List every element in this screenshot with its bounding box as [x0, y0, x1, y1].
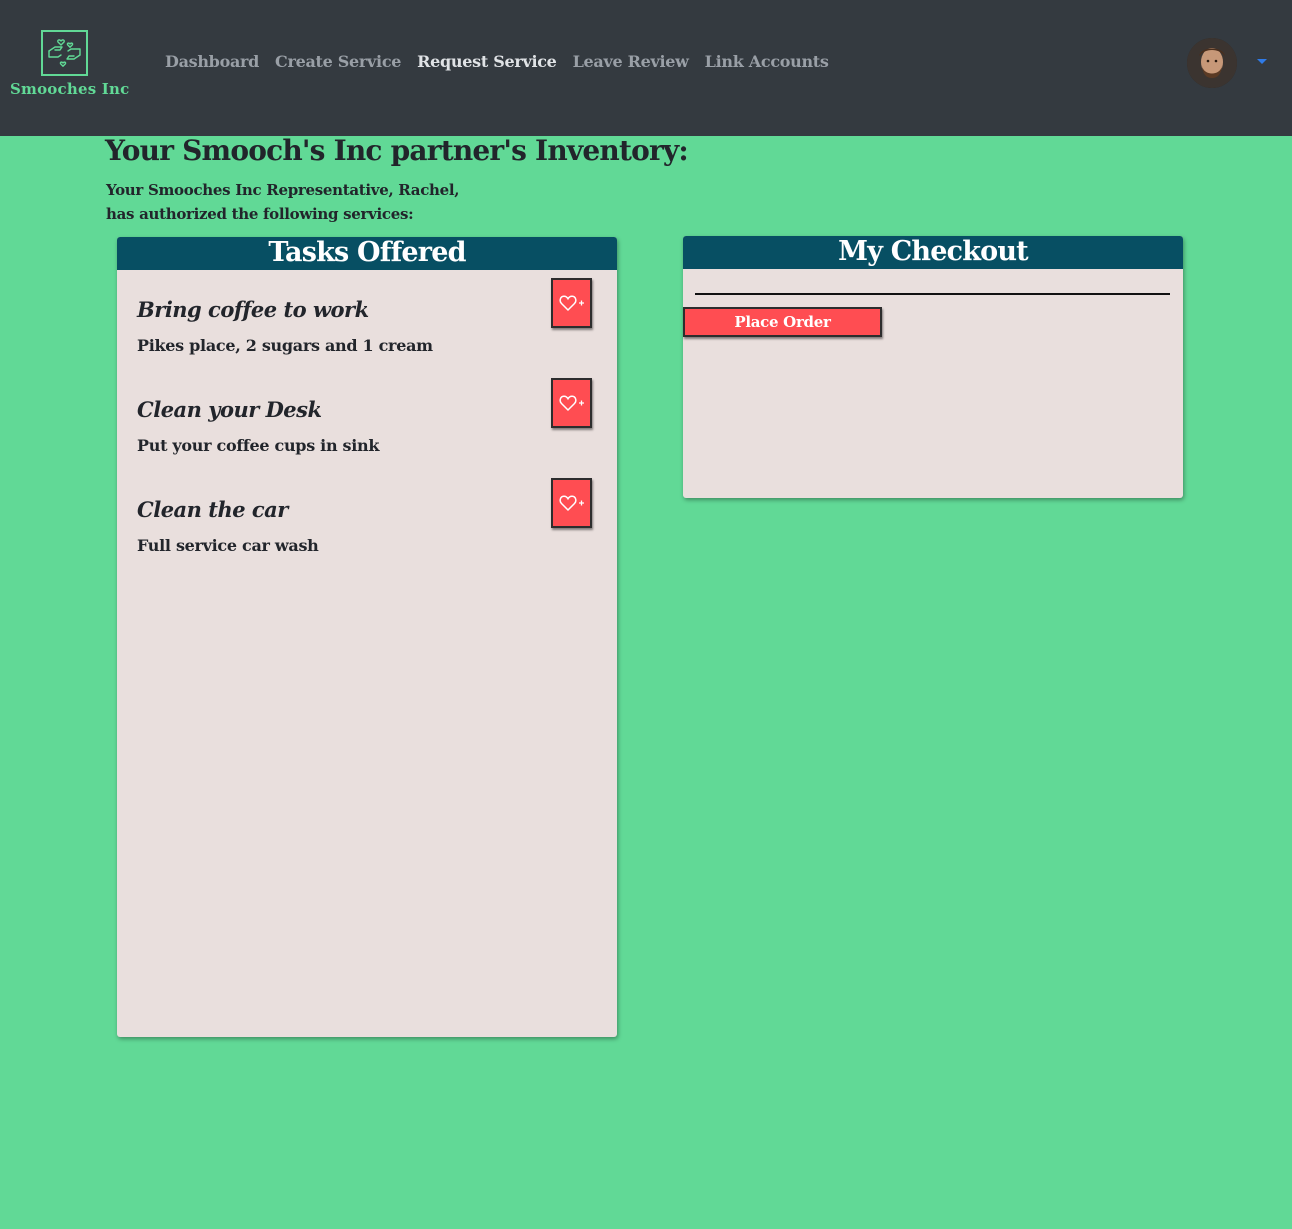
- heart-plus-icon: [558, 395, 584, 412]
- heart-plus-icon: [558, 495, 584, 512]
- checkout-panel: My Checkout Place Order: [683, 236, 1183, 498]
- add-task-button[interactable]: [551, 478, 592, 528]
- user-avatar[interactable]: [1187, 38, 1237, 88]
- page-subtitle: Your Smooches Inc Representative, Rachel…: [106, 178, 526, 226]
- brand[interactable]: Smooches Inc: [10, 28, 130, 100]
- task-title: Bring coffee to work: [137, 297, 369, 322]
- tasks-panel: Tasks Offered Bring coffee to work Pikes…: [117, 237, 617, 1037]
- add-task-button[interactable]: [551, 378, 592, 428]
- brand-name: Smooches Inc: [10, 80, 130, 98]
- task-item: Clean the car Full service car wash: [137, 478, 597, 587]
- heart-plus-icon: [558, 295, 584, 312]
- checkout-panel-header: My Checkout: [683, 236, 1183, 269]
- checkout-divider: [695, 293, 1170, 295]
- nav-link-create-service[interactable]: Create Service: [275, 52, 401, 74]
- navbar: Smooches Inc Dashboard Create Service Re…: [0, 0, 1292, 136]
- subtitle-line-2: has authorized the following services:: [106, 205, 414, 223]
- nav-link-request-service[interactable]: Request Service: [417, 52, 557, 74]
- task-item: Bring coffee to work Pikes place, 2 suga…: [137, 278, 597, 387]
- task-item: Clean your Desk Put your coffee cups in …: [137, 378, 597, 487]
- task-description: Full service car wash: [137, 536, 319, 555]
- nav-links: Dashboard Create Service Request Service…: [165, 52, 829, 74]
- nav-link-dashboard[interactable]: Dashboard: [165, 52, 259, 74]
- page-title: Your Smooch's Inc partner's Inventory:: [105, 134, 689, 167]
- caret-down-icon[interactable]: [1257, 59, 1267, 64]
- task-title: Clean the car: [137, 497, 288, 522]
- nav-link-leave-review[interactable]: Leave Review: [573, 52, 689, 74]
- task-title: Clean your Desk: [137, 397, 322, 422]
- tasks-panel-header: Tasks Offered: [117, 237, 617, 270]
- place-order-button[interactable]: Place Order: [683, 307, 882, 337]
- add-task-button[interactable]: [551, 278, 592, 328]
- nav-link-link-accounts[interactable]: Link Accounts: [705, 52, 829, 74]
- subtitle-line-1: Your Smooches Inc Representative, Rachel…: [106, 181, 460, 199]
- hands-heart-logo-icon: [41, 30, 88, 76]
- task-description: Put your coffee cups in sink: [137, 436, 380, 455]
- task-description: Pikes place, 2 sugars and 1 cream: [137, 336, 433, 355]
